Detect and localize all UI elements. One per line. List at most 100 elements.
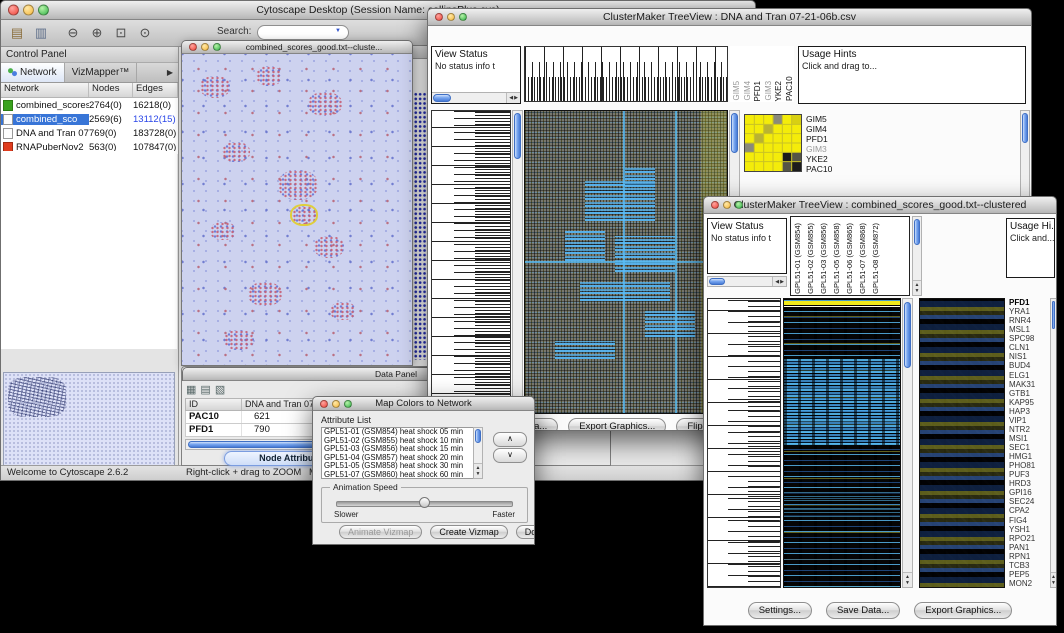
attribute-create-icon[interactable]: ▤ (200, 383, 210, 396)
scrollbar-thumb[interactable] (514, 113, 521, 159)
scrollbar-arrows[interactable]: ◀▶ (772, 277, 786, 286)
scrollbar-thumb[interactable] (709, 278, 725, 285)
column-label[interactable]: YKE2 (774, 81, 782, 101)
network-canvas[interactable] (181, 54, 413, 366)
save-icon[interactable]: ▥ (31, 23, 51, 43)
selected-node-cluster[interactable] (292, 206, 316, 224)
gene-label[interactable]: RPO21 (1009, 534, 1047, 543)
close-icon[interactable] (189, 43, 197, 51)
column-label[interactable]: GIM3 (764, 81, 772, 101)
tab-overflow-icon[interactable]: ▶ (162, 63, 178, 82)
node-cluster[interactable] (330, 302, 356, 320)
attribute-list-item[interactable]: GPL51-07 (GSM860) heat shock 60 min (324, 471, 482, 479)
gene-label[interactable]: MON2 (1009, 579, 1047, 588)
zoom-selected-icon[interactable]: ⊙ (135, 23, 155, 43)
column-label[interactable]: GPL51-02 (GSM855) (806, 223, 815, 294)
column-label[interactable]: GPL51-07 (GSM868) (858, 223, 867, 294)
row-label[interactable]: PAC10 (806, 164, 854, 174)
gene-label[interactable]: CPA2 (1009, 506, 1047, 515)
column-label[interactable]: GPL51-08 (GSM872) (871, 223, 880, 294)
gene-label[interactable]: HRD3 (1009, 479, 1047, 488)
search-dropdown-icon[interactable]: ▼ (335, 28, 341, 34)
gene-label[interactable]: PUF3 (1009, 470, 1047, 479)
network-view-titlebar[interactable]: combined_scores_good.txt--cluste... (181, 40, 413, 54)
scrollbar-thumb[interactable] (914, 219, 920, 245)
scrollbar-arrows[interactable]: ▲▼ (1051, 572, 1056, 587)
attribute-delete-icon[interactable]: ▧ (215, 383, 225, 396)
node-cluster[interactable] (210, 222, 236, 240)
attribute-select-icon[interactable]: ▦ (186, 383, 196, 396)
gene-label[interactable]: FIG4 (1009, 516, 1047, 525)
gene-label[interactable]: KAP95 (1009, 398, 1047, 407)
node-cluster[interactable] (248, 282, 282, 306)
node-cluster[interactable] (256, 66, 282, 86)
gene-label[interactable]: NIS1 (1009, 352, 1047, 361)
close-icon[interactable] (435, 13, 443, 21)
close-icon[interactable] (8, 5, 19, 16)
zoom-window-icon[interactable] (459, 13, 467, 21)
treeview-button[interactable]: Settings... (748, 602, 812, 619)
network-list-row[interactable]: DNA and Tran 07 769(0) 183728(0) (1, 126, 178, 140)
zoom-window-icon[interactable] (38, 5, 49, 16)
node-cluster[interactable] (224, 330, 254, 350)
global-heatmap[interactable] (524, 110, 728, 414)
gene-label[interactable]: ELG1 (1009, 371, 1047, 380)
column-label[interactable]: GIM5 (732, 81, 740, 101)
node-cluster[interactable] (222, 142, 250, 162)
gene-label[interactable]: SEC24 (1009, 497, 1047, 506)
speed-slider-thumb[interactable] (419, 497, 430, 508)
row-label[interactable]: GIM3 (806, 144, 854, 154)
gene-label[interactable]: YRA1 (1009, 307, 1047, 316)
gene-label[interactable]: SEC1 (1009, 443, 1047, 452)
view-status-hscrollbar[interactable]: ◀▶ (707, 276, 787, 287)
gene-label[interactable]: PAN1 (1009, 543, 1047, 552)
minimize-icon[interactable] (723, 201, 731, 209)
move-down-button[interactable]: ∨ (493, 448, 527, 463)
minimize-icon[interactable] (23, 5, 34, 16)
gene-label[interactable]: MAK31 (1009, 380, 1047, 389)
zoom-out-icon[interactable]: ⊖ (63, 23, 83, 43)
gene-label[interactable]: RPN1 (1009, 552, 1047, 561)
scrollbar-arrows[interactable]: ▲▼ (903, 572, 912, 587)
minimize-icon[interactable] (201, 43, 209, 51)
treeview-button[interactable]: Export Graphics... (914, 602, 1012, 619)
scrollbar-thumb[interactable] (904, 302, 911, 368)
network-list-row[interactable]: combined_sco 2569(6) 13112(15) (1, 112, 178, 126)
column-label[interactable]: GPL51-03 (GSM856) (819, 223, 828, 294)
treeview-dna-titlebar[interactable]: ClusterMaker TreeView : DNA and Tran 07-… (427, 8, 1032, 26)
gene-label[interactable]: RNR4 (1009, 316, 1047, 325)
tab-vizmapper[interactable]: VizMapper™ (65, 63, 138, 82)
scrollbar-thumb[interactable] (731, 113, 738, 153)
row-dendrogram[interactable] (707, 298, 781, 588)
column-label[interactable]: PFD1 (753, 81, 761, 101)
scrollbar-arrows[interactable]: ▲▼ (474, 463, 482, 478)
column-label[interactable]: PAC10 (785, 76, 793, 101)
gene-label[interactable]: GPI16 (1009, 488, 1047, 497)
gene-label[interactable]: HAP3 (1009, 407, 1047, 416)
scrollbar-arrows[interactable]: ◀▶ (506, 93, 520, 103)
gene-label[interactable]: SPC98 (1009, 334, 1047, 343)
row-label[interactable]: GIM5 (806, 114, 854, 124)
treeview-combined-titlebar[interactable]: ClusterMaker TreeView : combined_scores_… (703, 196, 1057, 214)
node-cluster[interactable] (314, 236, 344, 258)
attribute-list-vscrollbar[interactable]: ▲▼ (473, 427, 483, 479)
speed-slider[interactable] (336, 501, 513, 507)
dendrogram-vscrollbar[interactable]: ▲▼ (512, 110, 523, 414)
column-label[interactable]: GIM4 (743, 81, 751, 101)
minimize-icon[interactable] (332, 400, 340, 408)
gene-label[interactable]: PFD1 (1009, 298, 1047, 307)
scrollbar-thumb[interactable] (1052, 301, 1055, 329)
close-icon[interactable] (711, 201, 719, 209)
heatmap-vscrollbar[interactable]: ▲▼ (902, 298, 913, 588)
dialog-button[interactable]: Done (516, 525, 535, 539)
view-status-hscrollbar[interactable]: ◀▶ (432, 92, 520, 103)
scrollbar-thumb[interactable] (1022, 113, 1028, 143)
network-list-row[interactable]: combined_scores 2764(0) 16218(0) (1, 98, 178, 112)
column-label[interactable]: GPL51-01 (GSM854) (793, 223, 802, 294)
zoom-heatmap[interactable] (919, 298, 1005, 588)
row-label[interactable]: YKE2 (806, 154, 854, 164)
scrollbar-thumb[interactable] (433, 94, 451, 102)
correlation-matrix[interactable] (744, 114, 802, 172)
gene-list-vscrollbar[interactable]: ▲▼ (1050, 298, 1057, 588)
node-cluster[interactable] (278, 170, 318, 200)
